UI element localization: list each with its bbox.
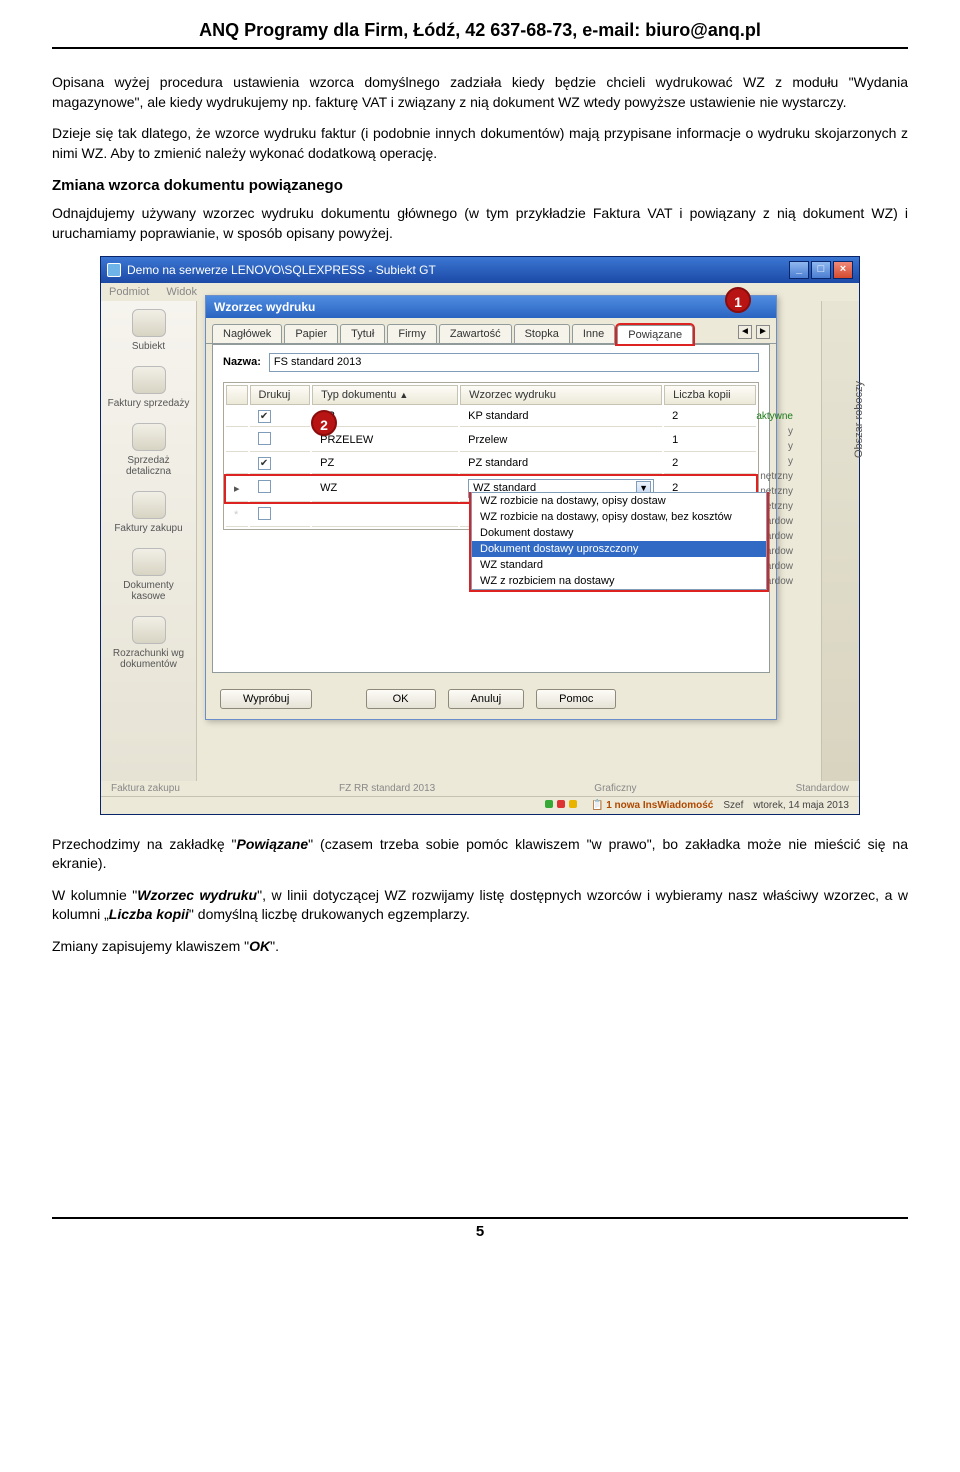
minimize-button[interactable]: _: [789, 261, 809, 279]
col-liczba[interactable]: Liczba kopii: [664, 385, 756, 405]
para-5: W kolumnie "Wzorzec wydruku", w linii do…: [52, 886, 908, 925]
app-window: Demo na serwerze LENOVO\SQLEXPRESS - Sub…: [100, 256, 860, 815]
maximize-button[interactable]: □: [811, 261, 831, 279]
tab-tytul[interactable]: Tytuł: [340, 324, 385, 343]
right-sidebar-label: Obszar roboczy: [853, 381, 865, 458]
dropdown-wzorzec[interactable]: WZ rozbicie na dostawy, opisy dostaw WZ …: [469, 492, 769, 592]
dd-item[interactable]: WZ rozbicie na dostawy, opisy dostaw, be…: [472, 509, 766, 525]
dialog-buttons: Wypróbuj OK Anuluj Pomoc: [206, 679, 776, 719]
screenshot-region: Demo na serwerze LENOVO\SQLEXPRESS - Sub…: [52, 256, 908, 815]
para-4: Przechodzimy na zakładkę "Powiązane" (cz…: [52, 835, 908, 874]
btn-wyprobuj[interactable]: Wypróbuj: [220, 689, 312, 709]
page-header: ANQ Programy dla Firm, Łódź, 42 637-68-7…: [52, 20, 908, 49]
dialog-tabs: Nagłówek Papier Tytuł Firmy Zawartość St…: [206, 318, 776, 344]
titlebar: Demo na serwerze LENOVO\SQLEXPRESS - Sub…: [101, 257, 859, 283]
table-row[interactable]: KP KP standard 2: [226, 407, 756, 427]
menu-widok[interactable]: Widok: [166, 286, 197, 298]
tab-firmy[interactable]: Firmy: [387, 324, 437, 343]
checkbox[interactable]: [258, 410, 271, 423]
callout-1: 1: [725, 287, 751, 313]
nav-faktury-sprzedazy[interactable]: Faktury sprzedaży: [105, 366, 192, 409]
tab-inne[interactable]: Inne: [572, 324, 615, 343]
col-drukuj[interactable]: Drukuj: [250, 385, 311, 405]
col-wzorzec[interactable]: Wzorzec wydruku: [460, 385, 662, 405]
tab-naglowek[interactable]: Nagłówek: [212, 324, 282, 343]
tab-stopka[interactable]: Stopka: [514, 324, 570, 343]
left-nav: Subiekt Faktury sprzedaży Sprzedaż detal…: [101, 301, 197, 781]
nav-rozrachunki[interactable]: Rozrachunki wg dokumentów: [105, 616, 192, 670]
btn-pomoc[interactable]: Pomoc: [536, 689, 616, 709]
tab-scroll-right[interactable]: ►: [756, 325, 770, 339]
nav-sprzedaz-detaliczna[interactable]: Sprzedaż detaliczna: [105, 423, 192, 477]
tab-papier[interactable]: Papier: [284, 324, 338, 343]
dd-item-selected[interactable]: Dokument dostawy uproszczony: [472, 541, 766, 557]
table-row[interactable]: PZ PZ standard 2: [226, 454, 756, 474]
menu-podmiot[interactable]: Podmiot: [109, 286, 149, 298]
dialog-title: Wzorzec wydruku: [206, 296, 776, 318]
dialog-body: Nazwa: 2 Drukuj: [212, 344, 770, 673]
status-user: Szef: [723, 800, 743, 811]
dd-item[interactable]: Dokument dostawy: [472, 525, 766, 541]
section-heading: Zmiana wzorca dokumentu powiązanego: [52, 177, 908, 194]
dd-item[interactable]: WZ rozbicie na dostawy, opisy dostaw: [472, 493, 766, 509]
callout-2: 2: [311, 410, 337, 436]
input-nazwa[interactable]: [269, 353, 759, 372]
right-sidebar[interactable]: Obszar roboczy: [821, 301, 859, 781]
nav-faktury-zakupu[interactable]: Faktury zakupu: [105, 491, 192, 534]
close-button[interactable]: ×: [833, 261, 853, 279]
btn-anuluj[interactable]: Anuluj: [448, 689, 525, 709]
status-news[interactable]: 📋 1 nowa InsWiadomość: [591, 800, 713, 811]
dialog-wzorzec-wydruku: Wzorzec wydruku Nagłówek Papier Tytuł Fi…: [205, 295, 777, 720]
bg-row: Faktura zakupu FZ RR standard 2013 Grafi…: [101, 781, 859, 796]
status-date: wtorek, 14 maja 2013: [753, 800, 849, 811]
checkbox[interactable]: [258, 432, 271, 445]
checkbox[interactable]: [258, 457, 271, 470]
btn-ok[interactable]: OK: [366, 689, 436, 709]
dd-item[interactable]: WZ standard: [472, 557, 766, 573]
col-typ[interactable]: Typ dokumentu ▲: [312, 385, 458, 405]
label-nazwa: Nazwa:: [223, 356, 261, 368]
app-icon: [107, 263, 121, 277]
page-footer: 5: [52, 1217, 908, 1240]
tab-scroll-left[interactable]: ◄: [738, 325, 752, 339]
para-1: Opisana wyżej procedura ustawienia wzorc…: [52, 73, 908, 112]
tab-zawartosc[interactable]: Zawartość: [439, 324, 512, 343]
tab-powiazane[interactable]: Powiązane: [617, 325, 693, 344]
nav-dokumenty-kasowe[interactable]: Dokumenty kasowe: [105, 548, 192, 602]
para-6: Zmiany zapisujemy klawiszem "OK".: [52, 937, 908, 957]
nav-subiekt[interactable]: Subiekt: [105, 309, 192, 352]
titlebar-text: Demo na serwerze LENOVO\SQLEXPRESS - Sub…: [127, 263, 436, 277]
center-area: 1 Wzorzec wydruku Nagłówek Papier Tytuł …: [197, 301, 821, 781]
checkbox[interactable]: [258, 507, 271, 520]
dd-item[interactable]: WZ z rozbiciem na dostawy: [472, 573, 766, 589]
para-3: Odnajdujemy używany wzorzec wydruku doku…: [52, 204, 908, 243]
para-2: Dzieje się tak dlatego, że wzorce wydruk…: [52, 124, 908, 163]
statusbar: 📋 1 nowa InsWiadomość Szef wtorek, 14 ma…: [101, 796, 859, 814]
table-row[interactable]: PRZELEW Przelew 1: [226, 429, 756, 452]
checkbox[interactable]: [258, 480, 271, 493]
